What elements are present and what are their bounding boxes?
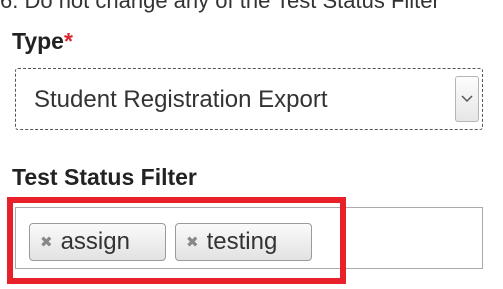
highlight-box [7, 197, 346, 284]
form-page: 6. Do not change any of the Test Status … [0, 0, 503, 289]
type-label: Type* [12, 28, 73, 55]
type-label-text: Type [12, 28, 64, 54]
type-select-value: Student Registration Export [34, 86, 328, 113]
instruction-caption: 6. Do not change any of the Test Status … [0, 0, 440, 13]
select-arrow-button[interactable] [455, 76, 479, 122]
required-marker: * [63, 28, 73, 54]
type-select[interactable]: Student Registration Export [15, 68, 483, 130]
test-status-filter-label: Test Status Filter [12, 164, 197, 190]
chevron-down-icon [461, 95, 473, 103]
